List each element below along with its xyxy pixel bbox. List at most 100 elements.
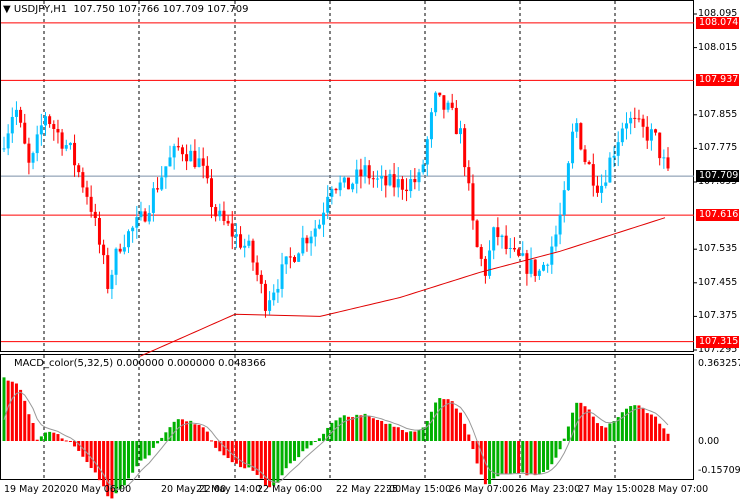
candle-body — [305, 237, 309, 244]
time-tick: 19 May 2020 — [4, 484, 66, 495]
candle-body — [68, 142, 72, 146]
macd-bar — [276, 441, 280, 483]
candle-body — [280, 264, 284, 289]
macd-bar — [135, 441, 139, 467]
macd-bar — [309, 441, 313, 446]
candle-body — [554, 234, 558, 247]
candle-body — [309, 236, 313, 244]
candle-body — [380, 176, 384, 179]
chart-title: ▼ USDJPY,H1 107.750 107.766 107.709 107.… — [3, 4, 249, 15]
macd-bar — [459, 412, 462, 441]
macd-bar — [496, 441, 500, 477]
macd-bar — [68, 441, 72, 442]
chart-window[interactable]: ▼ USDJPY,H1 107.750 107.766 107.709 107.… — [0, 0, 740, 500]
candle-body — [405, 189, 409, 192]
candle-body — [156, 188, 160, 190]
macd-bar — [359, 415, 363, 441]
candle-body — [512, 247, 516, 250]
candle-body — [533, 259, 537, 276]
macd-bar — [139, 441, 143, 461]
macd-bar — [164, 432, 168, 441]
candle-body — [77, 165, 81, 173]
price-tick: 107.455 — [698, 276, 738, 288]
candle-body — [550, 246, 554, 265]
candle-body — [542, 264, 545, 271]
macd-bar — [210, 440, 213, 442]
candle-body — [118, 248, 122, 252]
macd-bar — [48, 431, 52, 441]
candle-body — [562, 190, 566, 215]
macd-bar — [384, 423, 388, 441]
candle-body — [483, 258, 487, 276]
candle-body — [114, 248, 118, 275]
macd-bar — [288, 441, 292, 464]
candle-body — [608, 157, 612, 183]
macd-bar — [77, 441, 81, 451]
candle-body — [259, 274, 263, 284]
macd-bar — [363, 413, 367, 441]
price-tick: 107.535 — [698, 243, 738, 255]
candle-body — [135, 217, 139, 228]
macd-bar — [649, 414, 653, 441]
macd-bar — [558, 441, 562, 450]
macd-bar — [342, 415, 346, 441]
candle-body — [625, 123, 628, 129]
macd-bar — [234, 441, 238, 464]
candle-body — [521, 253, 525, 256]
macd-bar — [222, 441, 226, 456]
candle-body — [272, 292, 276, 301]
macd-bar — [31, 422, 35, 441]
macd-bar — [334, 420, 338, 441]
candle-body — [409, 179, 413, 192]
macd-bar — [521, 441, 525, 473]
macd-bar — [662, 428, 666, 441]
candle-body — [666, 157, 670, 169]
candle-body — [612, 155, 616, 158]
macd-bar — [201, 427, 205, 441]
candle-body — [276, 288, 280, 293]
candle-body — [122, 247, 126, 252]
macd-bar — [542, 441, 545, 473]
candle-body — [475, 220, 479, 248]
price-tick: 107.375 — [698, 310, 738, 322]
macd-bar — [127, 441, 130, 479]
macd-bar — [272, 441, 276, 486]
macd-bar — [376, 419, 379, 441]
time-tick: 25 May 15:00 — [386, 484, 452, 495]
candle-body — [392, 174, 396, 188]
candle-body — [425, 139, 429, 165]
candle-body — [197, 158, 201, 167]
macd-bar — [160, 437, 164, 441]
macd-bar — [147, 441, 151, 456]
candle-body — [479, 247, 483, 259]
candle-body — [496, 227, 500, 238]
macd-bar — [429, 411, 433, 441]
candle-body — [400, 179, 404, 190]
macd-zero: 0.00 — [698, 436, 720, 447]
macd-bar — [425, 420, 429, 441]
macd-bar — [230, 441, 234, 463]
macd-bar — [118, 441, 122, 490]
candle-body — [284, 256, 288, 265]
candle-body — [106, 255, 110, 289]
macd-bar — [97, 441, 101, 481]
candle-body — [27, 143, 31, 163]
candle-body — [176, 146, 180, 148]
candle-body — [97, 218, 101, 245]
candle-body — [243, 245, 247, 248]
candle-body — [604, 182, 608, 186]
candle-body — [48, 116, 52, 125]
macd-bar — [479, 441, 483, 475]
candle-body — [110, 274, 114, 289]
macd-bar — [583, 406, 587, 441]
candle-body — [463, 128, 467, 168]
candle-body — [421, 164, 425, 173]
candle-body — [546, 264, 550, 266]
candle-body — [93, 211, 97, 219]
chart-canvas[interactable] — [0, 0, 740, 500]
macd-bar — [537, 441, 541, 475]
candle-body — [595, 185, 599, 193]
candle-body — [247, 240, 251, 246]
candle-body — [442, 95, 446, 110]
macd-bar — [405, 432, 409, 441]
